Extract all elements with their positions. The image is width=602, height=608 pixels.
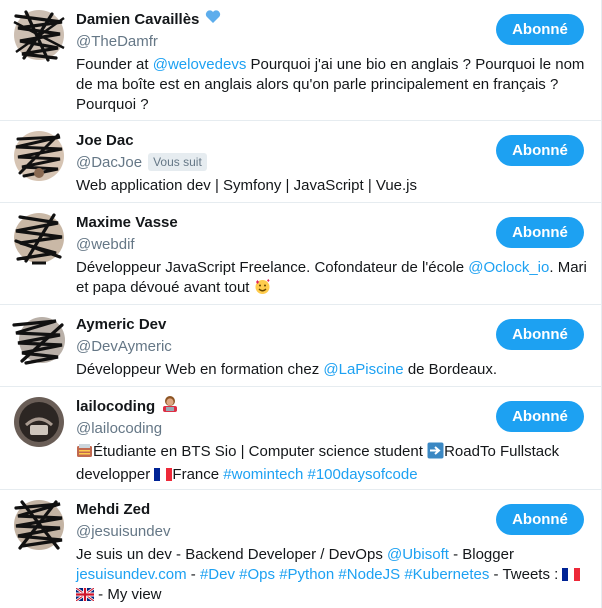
bio-hashtag-link[interactable]: #Ops [239,566,275,583]
woman-technologist-icon [161,395,179,417]
user-cell[interactable]: Damien Cavaillès @TheDamfr Founder at @w… [0,0,601,121]
user-handle[interactable]: @jesuisundev [76,523,170,540]
bio-text: France [172,466,224,483]
avatar[interactable] [12,498,66,552]
user-bio: Founder at @welovedevs Pourquoi j'ai une… [76,55,587,115]
avatar[interactable] [12,211,66,265]
smiling-face-with-hearts-icon [254,278,271,301]
user-bio: Web application dev | Symfony | JavaScri… [76,176,587,196]
bio-text: Founder at [76,56,153,73]
bio-hashtag-link[interactable]: #Dev [200,566,235,583]
bio-text: de Bordeaux. [403,361,498,378]
avatar[interactable] [12,129,66,183]
following-button[interactable]: Abonné [496,135,584,166]
right-arrow-icon [427,442,444,465]
bio-mention-link[interactable]: @Oclock_io [468,259,549,276]
user-bio: Développeur JavaScript Freelance. Cofond… [76,258,587,301]
user-handle[interactable]: @lailocoding [76,420,162,437]
bio-text: - Tweets : [489,566,563,583]
france-flag-icon [154,467,173,481]
user-bio: Développeur Web en formation chez @LaPis… [76,360,587,380]
bio-hashtag-link[interactable]: #NodeJS [338,566,400,583]
bio-hashtag-link[interactable]: #Kubernetes [404,566,489,583]
user-name[interactable]: lailocoding [76,398,155,415]
user-cell[interactable]: Aymeric Dev @DevAymeric Développeur Web … [0,305,601,387]
avatar[interactable] [12,395,66,449]
bio-mention-link[interactable]: @LaPiscine [323,361,403,378]
user-name[interactable]: Damien Cavaillès [76,11,199,28]
following-button[interactable]: Abonné [496,319,584,350]
following-button[interactable]: Abonné [496,401,584,432]
blue-heart-icon [205,9,221,29]
following-button[interactable]: Abonné [496,217,584,248]
following-button[interactable]: Abonné [496,14,584,45]
bio-hashtag-link[interactable]: #100daysofcode [307,466,417,483]
user-cell[interactable]: Mehdi Zed @jesuisundev Je suis un dev - … [0,490,601,608]
user-name[interactable]: Aymeric Dev [76,316,166,333]
user-handle[interactable]: @DacJoe [76,154,142,171]
follows-you-badge: Vous suit [148,153,207,171]
user-handle[interactable]: @DevAymeric [76,338,172,355]
avatar[interactable] [12,313,66,367]
user-cell[interactable]: Joe Dac @DacJoe Vous suit Web applicatio… [0,121,601,203]
bio-text: - Blogger [448,546,514,563]
bio-mention-link[interactable]: @welovedevs [153,56,247,73]
bio-hashtag-link[interactable]: #womintech [223,466,303,483]
bio-text: - [186,566,200,583]
user-handle[interactable]: @webdif [76,236,135,253]
user-name[interactable]: Joe Dac [76,132,134,149]
bio-text: Web application dev | Symfony | JavaScri… [76,177,418,194]
bio-text: Développeur Web en formation chez [76,361,324,378]
bio-text: Je suis un dev - Backend Developer / Dev… [76,546,387,563]
bio-url-link[interactable]: jesuisundev.com [76,566,187,583]
france-flag-icon [562,567,581,581]
avatar[interactable] [12,8,66,62]
bio-text: Étudiante en BTS Sio | Computer science … [93,443,428,460]
user-bio: Je suis un dev - Backend Developer / Dev… [75,545,587,605]
user-list: Damien Cavaillès @TheDamfr Founder at @w… [0,0,602,608]
following-button[interactable]: Abonné [496,504,584,535]
uk-flag-icon [75,586,95,603]
user-cell[interactable]: Maxime Vasse @webdif Développeur JavaScr… [0,203,601,305]
user-bio: Étudiante en BTS Sio | Computer science … [76,442,587,485]
bio-hashtag-link[interactable]: #Python [279,566,334,583]
user-handle[interactable]: @TheDamfr [76,33,158,50]
user-name[interactable]: Maxime Vasse [76,214,178,231]
bio-text: - My view [94,586,162,603]
bio-mention-link[interactable]: @Ubisoft [387,546,449,563]
card-file-box-icon [76,443,93,465]
user-cell[interactable]: lailocoding @lailocoding Étudiante en BT… [0,387,601,490]
user-name[interactable]: Mehdi Zed [76,501,150,518]
bio-text: Développeur JavaScript Freelance. Cofond… [76,259,469,276]
